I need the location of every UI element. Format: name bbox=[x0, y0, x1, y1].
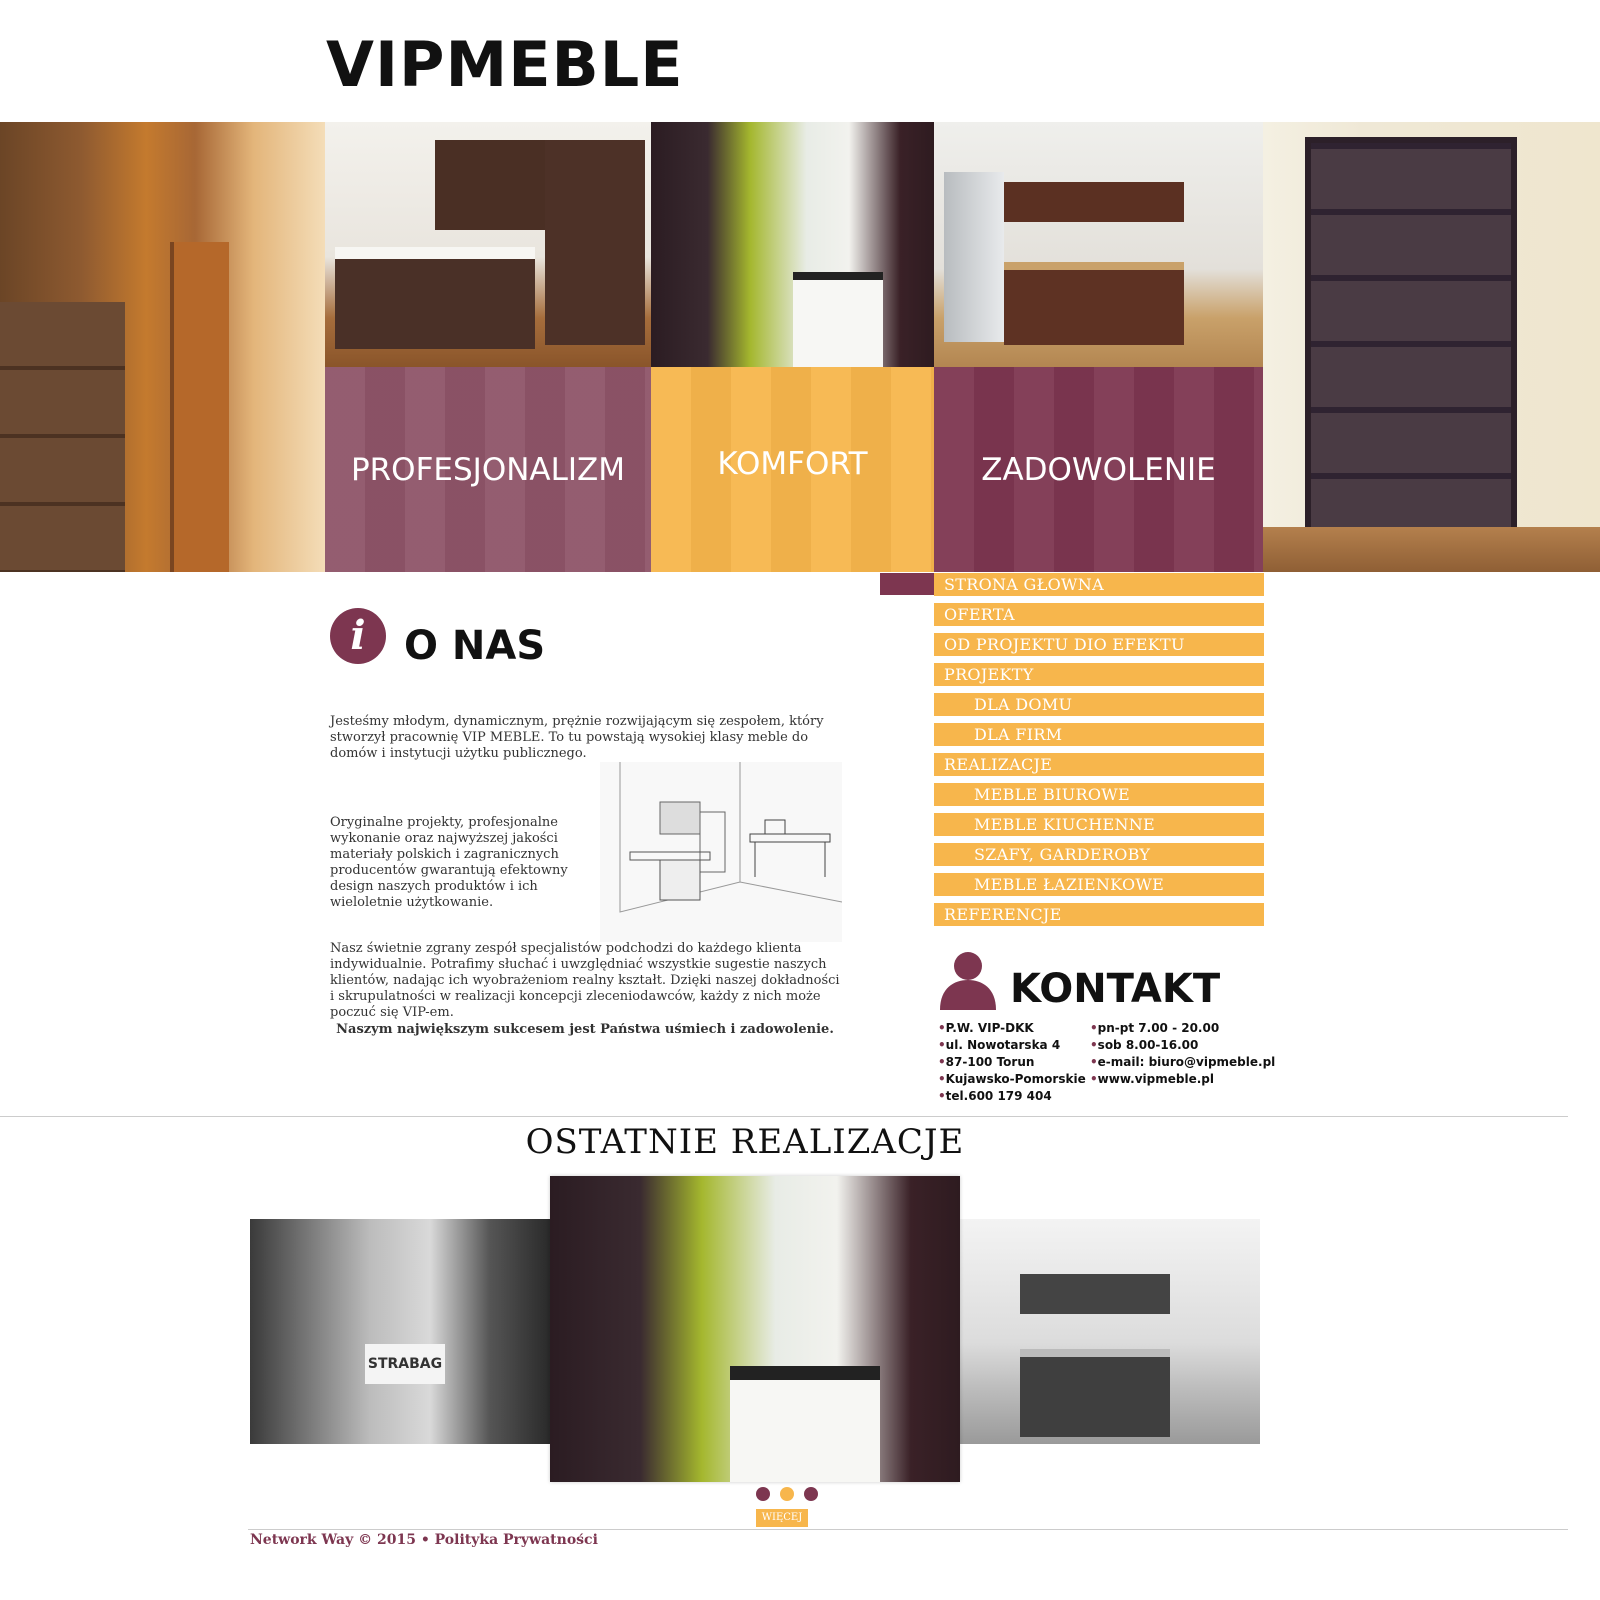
hallway-drawers bbox=[0, 302, 125, 572]
nav-item-dla-domu[interactable]: DLA DOMU bbox=[934, 693, 1264, 716]
gallery-kitchen-island bbox=[730, 1366, 880, 1482]
hero-panel-zadowolenie[interactable]: ZADOWOLENIE bbox=[934, 367, 1263, 572]
site-logo[interactable]: VIPMEBLE bbox=[326, 28, 684, 101]
footer-divider bbox=[248, 1529, 1568, 1530]
hero-photo-bookshelf bbox=[1263, 122, 1600, 572]
kitchen-fridge bbox=[944, 172, 1004, 342]
nav-item-realizacje[interactable]: REALIZACJE bbox=[934, 753, 1264, 776]
hero-photo-hallway bbox=[0, 122, 325, 572]
hero-photo-kitchen-3 bbox=[934, 122, 1263, 367]
gallery-lower-cabinets bbox=[1020, 1349, 1170, 1437]
gallery-title: OSTATNIE REALIZACJE bbox=[525, 1122, 965, 1162]
gallery-dot-3[interactable] bbox=[804, 1487, 818, 1501]
footer-separator: • bbox=[420, 1532, 430, 1548]
nav-item-strona-glowna[interactable]: STRONA GŁOWNA bbox=[934, 573, 1264, 596]
contact-street: ul. Nowotarska 4 bbox=[938, 1037, 1086, 1054]
nav-item-oferta[interactable]: OFERTA bbox=[934, 603, 1264, 626]
nav-item-meble-kiuchenne[interactable]: MEBLE KIUCHENNE bbox=[934, 813, 1264, 836]
hero-panel-label: ZADOWOLENIE bbox=[981, 451, 1216, 488]
bookshelf-unit bbox=[1305, 137, 1517, 539]
bookshelf-floor bbox=[1263, 527, 1600, 572]
gallery-sign: STRABAG bbox=[365, 1344, 445, 1384]
contact-title: KONTAKT bbox=[1010, 966, 1221, 1012]
gallery-dot-2[interactable] bbox=[780, 1487, 794, 1501]
kitchen-tall-cabinet bbox=[545, 140, 645, 345]
gallery-image-right[interactable] bbox=[960, 1219, 1260, 1444]
nav-item-meble-biurowe[interactable]: MEBLE BIUROWE bbox=[934, 783, 1264, 806]
gallery-pagination bbox=[756, 1487, 818, 1501]
hero-panel-label: KOMFORT bbox=[717, 445, 868, 482]
office-sketch-image bbox=[600, 762, 842, 942]
nav-item-referencje[interactable]: REFERENCJE bbox=[934, 903, 1264, 926]
nav-item-od-projektu[interactable]: OD PROJEKTU DIO EFEKTU bbox=[934, 633, 1264, 656]
hero-panel-komfort[interactable]: KOMFORT bbox=[651, 367, 934, 572]
contact-company: P.W. VIP-DKK bbox=[938, 1020, 1086, 1037]
contact-region: Kujawsko-Pomorskie bbox=[938, 1071, 1086, 1088]
about-tagline: Naszym największym sukcesem jest Państwa… bbox=[336, 1022, 834, 1037]
hero-photo-kitchen-1 bbox=[325, 122, 651, 367]
footer-privacy-link[interactable]: Polityka Prywatności bbox=[435, 1532, 598, 1548]
nav-item-projekty[interactable]: PROJEKTY bbox=[934, 663, 1264, 686]
kitchen-cabinet bbox=[435, 140, 545, 230]
contact-website[interactable]: www.vipmeble.pl bbox=[1090, 1071, 1275, 1088]
nav-item-meble-lazienkowe[interactable]: MEBLE ŁAZIENKOWE bbox=[934, 873, 1264, 896]
footer: Network Way © 2015 • Polityka Prywatnośc… bbox=[250, 1532, 598, 1548]
contact-phone[interactable]: tel.600 179 404 bbox=[938, 1088, 1086, 1105]
contact-city: 87-100 Torun bbox=[938, 1054, 1086, 1071]
info-icon: i bbox=[330, 608, 386, 664]
nav-item-dla-firm[interactable]: DLA FIRM bbox=[934, 723, 1264, 746]
kitchen-counter bbox=[335, 247, 535, 349]
gallery-image-left[interactable]: STRABAG bbox=[250, 1219, 550, 1444]
about-paragraph-3: Nasz świetnie zgrany zespół specjalistów… bbox=[330, 941, 840, 1020]
nav-active-marker bbox=[880, 573, 934, 595]
contact-address: P.W. VIP-DKK ul. Nowotarska 4 87-100 Tor… bbox=[938, 1020, 1086, 1105]
about-title: O NAS bbox=[404, 623, 546, 669]
contact-hours-weekday: pn-pt 7.00 - 20.00 bbox=[1090, 1020, 1275, 1037]
contact-hours: pn-pt 7.00 - 20.00 sob 8.00-16.00 e-mail… bbox=[1090, 1020, 1276, 1088]
hero-panel-label: PROFESJONALIZM bbox=[350, 451, 626, 488]
contact-email[interactable]: e-mail: biuro@vipmeble.pl bbox=[1090, 1054, 1276, 1071]
kitchen-upper-cabinets bbox=[1004, 182, 1184, 222]
gallery-image-center[interactable] bbox=[550, 1176, 960, 1482]
gallery-dot-1[interactable] bbox=[756, 1487, 770, 1501]
gallery-upper-cabinets bbox=[1020, 1274, 1170, 1314]
kitchen-lower-cabinets bbox=[1004, 262, 1184, 345]
kitchen-island bbox=[793, 272, 883, 367]
hero-panel-profesjonalizm[interactable]: PROFESJONALIZM bbox=[325, 367, 651, 572]
person-icon bbox=[940, 952, 996, 1010]
hallway-door bbox=[170, 242, 229, 572]
section-divider bbox=[0, 1116, 1568, 1117]
about-paragraph-1: Jesteśmy młodym, dynamicznym, prężnie ro… bbox=[330, 714, 824, 761]
nav-item-szafy-garderoby[interactable]: SZAFY, GARDEROBY bbox=[934, 843, 1264, 866]
footer-copyright: Network Way © 2015 bbox=[250, 1532, 416, 1548]
more-button[interactable]: WIĘCEJ bbox=[756, 1509, 808, 1527]
contact-hours-saturday: sob 8.00-16.00 bbox=[1090, 1037, 1275, 1054]
hero-photo-kitchen-2 bbox=[651, 122, 934, 367]
main-nav: STRONA GŁOWNA OFERTA OD PROJEKTU DIO EFE… bbox=[934, 573, 1264, 933]
about-paragraph-2: Oryginalne projekty, profesjonalne wykon… bbox=[330, 815, 568, 910]
